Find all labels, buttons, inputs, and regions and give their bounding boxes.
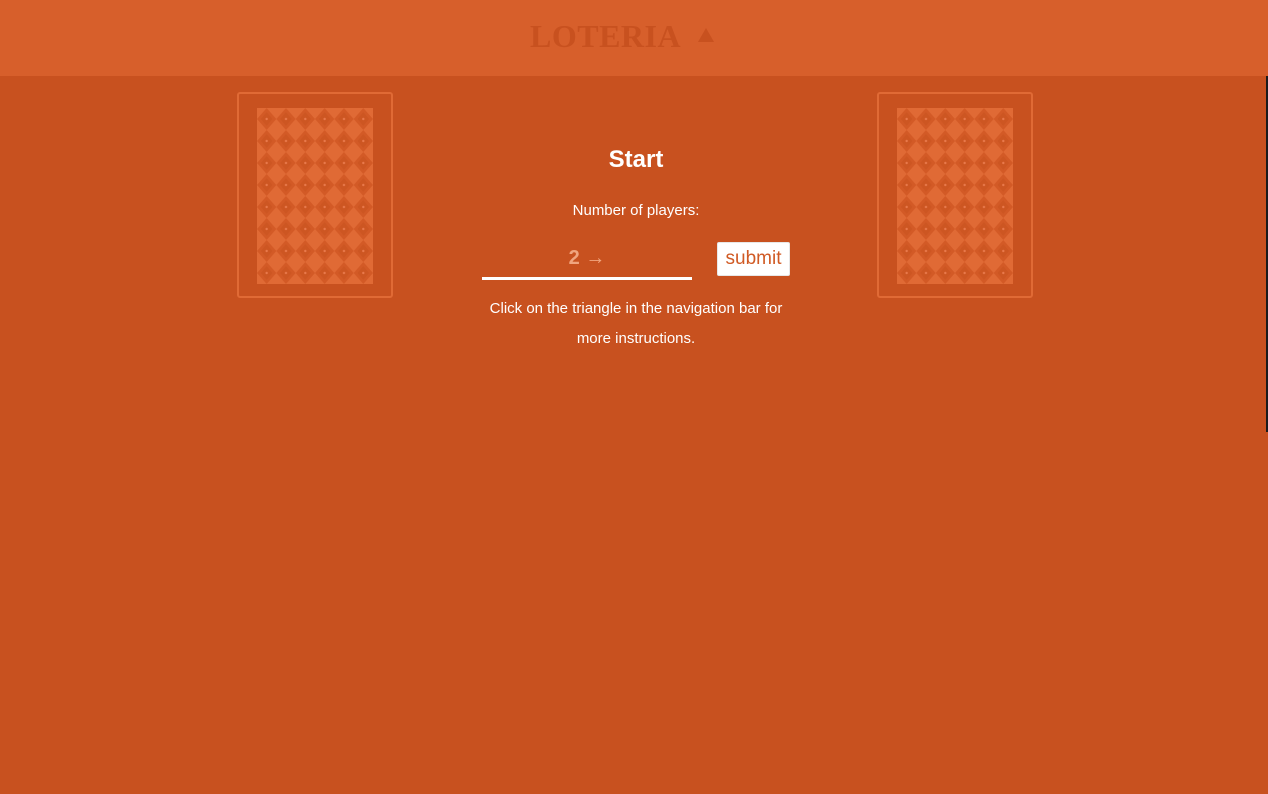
card-back-pattern	[257, 108, 373, 284]
instructions-line: more instructions.	[576, 330, 696, 347]
card-back-pattern	[897, 108, 1013, 284]
submit-button[interactable]: submit	[717, 242, 790, 276]
start-title: Start	[608, 146, 664, 173]
instructions-text: Click on the triangle in the navigation …	[466, 294, 806, 354]
card-deck-right	[877, 92, 1033, 298]
navbar: LOTERIA	[0, 0, 1268, 76]
card-deck-left	[237, 92, 393, 298]
brand-title[interactable]: LOTERIA	[530, 16, 681, 56]
players-input[interactable]	[482, 244, 692, 272]
triangle-up-icon[interactable]	[698, 28, 714, 42]
instructions-line: Click on the triangle in the navigation …	[489, 300, 783, 317]
players-label: Number of players:	[572, 202, 700, 219]
players-input-wrapper	[482, 240, 692, 280]
